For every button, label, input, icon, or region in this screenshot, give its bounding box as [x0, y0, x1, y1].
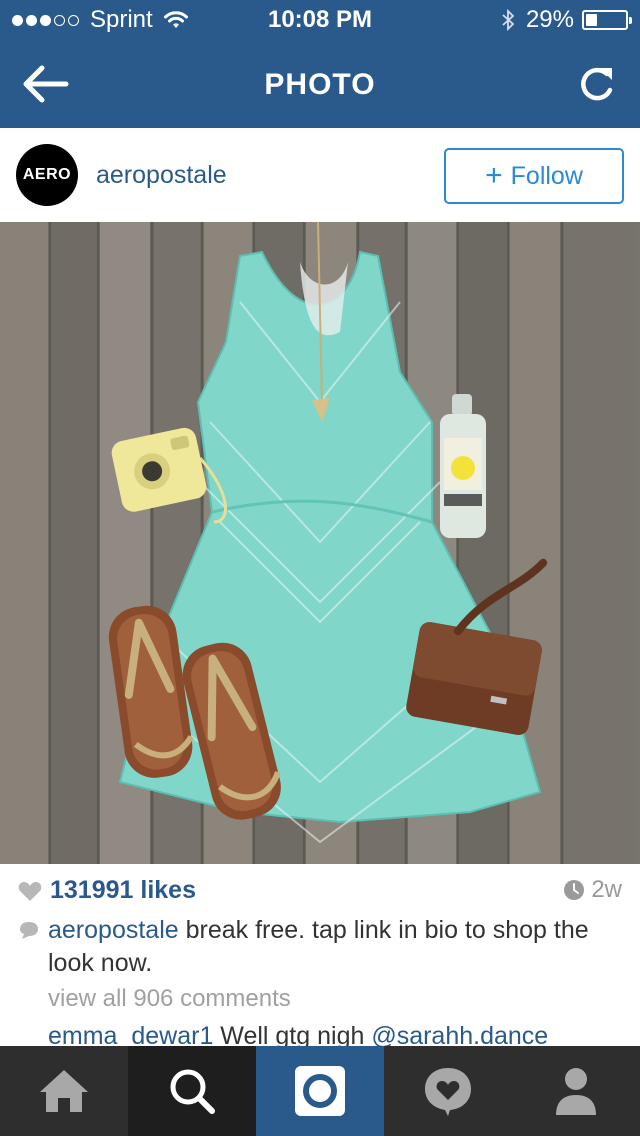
follow-button[interactable]: + Follow: [444, 148, 624, 204]
battery-percent: 29%: [525, 6, 574, 33]
post-header: AERO aeropostale + Follow: [0, 128, 640, 222]
profile-icon: [556, 1068, 596, 1115]
tab-activity[interactable]: [384, 1046, 512, 1136]
nav-header: PHOTO: [0, 40, 640, 128]
comment-bubble-icon: [20, 922, 38, 939]
post-photo[interactable]: [0, 222, 640, 864]
post-username[interactable]: aeropostale: [96, 161, 227, 190]
page-title: PHOTO: [264, 68, 376, 101]
home-icon: [40, 1070, 88, 1112]
status-bar: Sprint 10:08 PM 29%: [0, 0, 640, 40]
refresh-icon[interactable]: [576, 62, 620, 106]
top-bar: Sprint 10:08 PM 29% PHOTO: [0, 0, 640, 128]
activity-heart-icon: [425, 1068, 471, 1116]
battery-icon: [582, 10, 632, 30]
follow-label: Follow: [510, 161, 583, 190]
tab-bar: [0, 1046, 640, 1136]
post-age: 2w: [563, 876, 622, 904]
camera-icon: [295, 1066, 345, 1116]
search-icon: [170, 1069, 215, 1114]
view-all-comments-link[interactable]: view all 906 comments: [48, 985, 291, 1013]
tab-profile[interactable]: [512, 1046, 640, 1136]
likes-row[interactable]: 131991 likes: [18, 876, 196, 905]
outfit-flatlay-image: [0, 222, 640, 864]
post-age-label: 2w: [591, 876, 622, 903]
post-caption: aeropostale break free. tap link in bio …: [48, 914, 622, 980]
heart-icon: [18, 881, 42, 901]
caption-username[interactable]: aeropostale: [48, 916, 179, 944]
post-meta: 131991 likes 2w aeropostale break free. …: [0, 864, 640, 1050]
plus-icon: +: [485, 159, 503, 192]
likes-count: 131991 likes: [50, 876, 196, 904]
clock-icon: [564, 880, 585, 900]
status-right: 29%: [500, 6, 632, 34]
bluetooth-icon: [502, 8, 515, 32]
avatar-text: AERO: [22, 166, 72, 183]
tab-home[interactable]: [0, 1046, 128, 1136]
tab-search[interactable]: [128, 1046, 256, 1136]
tab-camera[interactable]: [256, 1046, 384, 1136]
avatar[interactable]: AERO: [16, 144, 78, 206]
